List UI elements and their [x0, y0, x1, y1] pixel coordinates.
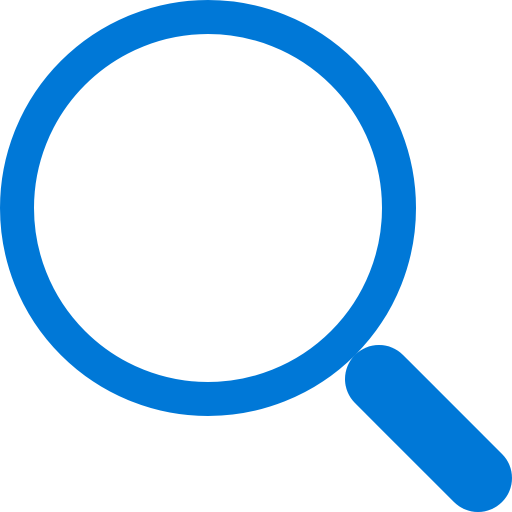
search-icon — [0, 0, 512, 512]
icon-canvas — [0, 0, 512, 512]
magnifier-lens — [0, 0, 416, 416]
magnifier-handle — [345, 345, 512, 512]
